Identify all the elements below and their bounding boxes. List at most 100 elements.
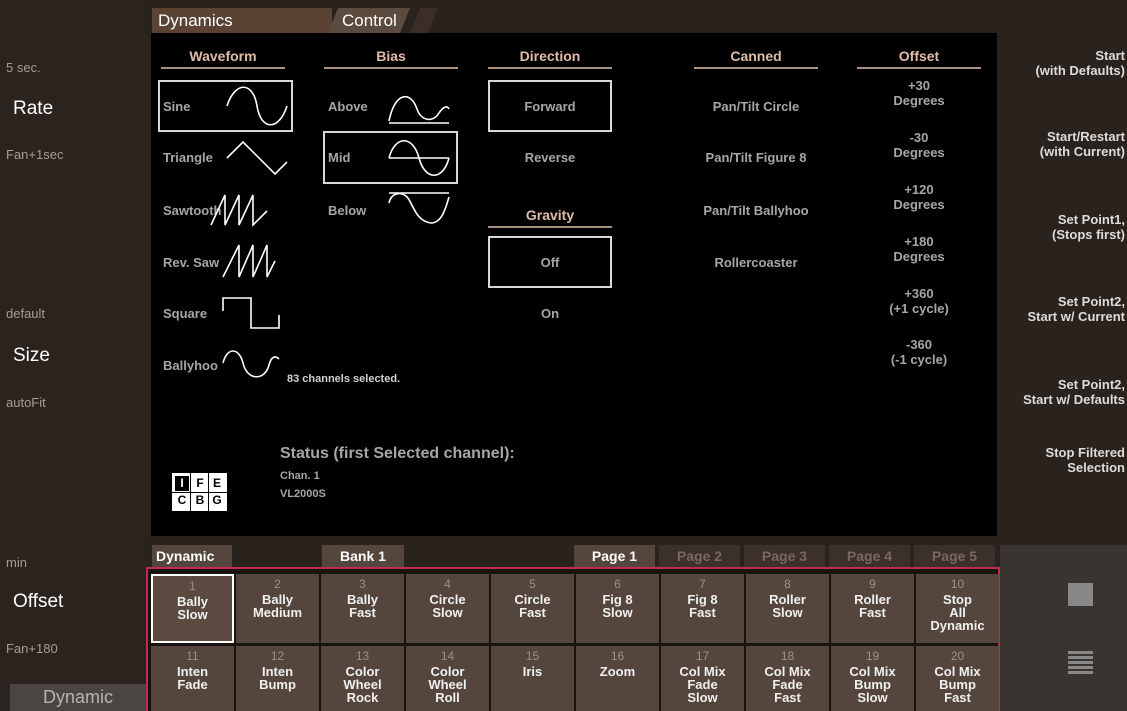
dynamic-preset-button[interactable]: 2 Bally Medium (236, 574, 319, 643)
left-parameter-column: 5 sec. Rate Fan+1sec default Size autoFi… (0, 0, 148, 711)
offset-option[interactable]: +360 (+1 cycle) (857, 286, 981, 316)
dynamic-preset-button[interactable]: 7 Fig 8 Fast (661, 574, 744, 643)
dynamic-mode-button[interactable]: Dynamic (10, 684, 146, 711)
preset-number: 15 (525, 649, 540, 663)
bias-above-icon (388, 95, 450, 124)
dynamic-preset-button[interactable]: 12 Inten Bump (236, 646, 319, 711)
preset-label-line: Fast (944, 690, 971, 705)
softkey-button-line: Start w/ Current (1027, 309, 1125, 324)
direction-forward[interactable]: Forward (488, 99, 612, 114)
canned-pan-tilt-circle[interactable]: Pan/Tilt Circle (669, 99, 843, 114)
waveform-rev-saw[interactable]: Rev. Saw (163, 255, 219, 270)
gravity-header: Gravity (488, 207, 612, 228)
canned-pan-tilt-figure-8[interactable]: Pan/Tilt Figure 8 (669, 150, 843, 165)
dynamic-preset-button[interactable]: 1 Bally Slow (151, 574, 234, 643)
size-encoder-label[interactable]: Size (13, 345, 50, 367)
offset-option-unit: Degrees (893, 249, 945, 264)
offset-option[interactable]: +30 Degrees (857, 78, 981, 108)
offset-max-value: min (6, 555, 27, 570)
canned-rollercoaster[interactable]: Rollercoaster (669, 255, 843, 270)
dynamic-preset-button[interactable]: 8 Roller Slow (746, 574, 829, 643)
page-tab[interactable]: Page 2 (659, 545, 740, 567)
softkey-button-line: (with Defaults) (1035, 63, 1125, 78)
dynamic-preset-button[interactable]: 10 Stop All Dynamic (916, 574, 999, 643)
offset-option[interactable]: -30 Degrees (857, 130, 981, 160)
dynamic-preset-button[interactable]: 9 Roller Fast (831, 574, 914, 643)
offset-option-value: -30 (909, 130, 929, 145)
waveform-sine[interactable]: Sine (163, 99, 190, 114)
bank-selector[interactable]: Bank 1 (322, 545, 404, 567)
ballyhoo-wave-icon (222, 350, 280, 378)
softkey-button-line: Stop Filtered (1045, 445, 1125, 460)
offset-option-unit: Degrees (893, 93, 945, 108)
softkey-button-line: Start/Restart (1046, 129, 1125, 144)
waveform-square[interactable]: Square (163, 306, 207, 321)
dynamic-preset-button[interactable]: 18 Col Mix Fade Fast (746, 646, 829, 711)
offset-encoder-label[interactable]: Offset (13, 591, 63, 613)
dynamic-preset-button[interactable]: 19 Col Mix Bump Slow (831, 646, 914, 711)
preset-number: 17 (695, 649, 710, 663)
offset-option-unit: Degrees (893, 197, 945, 212)
bias-below[interactable]: Below (328, 203, 366, 218)
dynamic-library-label: Dynamic (152, 545, 232, 567)
waveform-header: Waveform (161, 48, 285, 69)
preset-number: 7 (699, 577, 706, 591)
softkey-button[interactable]: Stop Filtered Selection (1046, 445, 1125, 475)
preset-label-line: Slow (177, 607, 208, 622)
direction-reverse[interactable]: Reverse (488, 150, 612, 165)
dynamic-preset-button[interactable]: 13 Color Wheel Rock (321, 646, 404, 711)
page-tab[interactable]: Page 4 (829, 545, 910, 567)
preset-number: 16 (610, 649, 625, 663)
preset-label-line: Fast (774, 690, 801, 705)
flag-intensity: I (175, 476, 189, 491)
offset-option-unit: (-1 cycle) (890, 352, 948, 367)
single-view-icon[interactable] (1068, 583, 1093, 606)
dynamic-preset-button[interactable]: 16 Zoom (576, 646, 659, 711)
bias-mid[interactable]: Mid (328, 150, 350, 165)
tab-dynamics[interactable]: Dynamics (152, 8, 332, 33)
softkey-button[interactable]: Start (with Defaults) (1035, 48, 1125, 78)
dynamic-preset-button[interactable]: 4 Circle Slow (406, 574, 489, 643)
preset-label-line: Roll (435, 690, 460, 705)
gravity-on[interactable]: On (488, 306, 612, 321)
bias-above[interactable]: Above (328, 99, 368, 114)
size-max-value: default (6, 306, 46, 321)
offset-option[interactable]: -360 (-1 cycle) (857, 337, 981, 367)
waveform-triangle[interactable]: Triangle (163, 150, 213, 165)
dynamic-preset-button[interactable]: 14 Color Wheel Roll (406, 646, 489, 711)
dynamic-preset-button[interactable]: 15 Iris (491, 646, 574, 711)
softkey-button[interactable]: Set Point1, (Stops first) (1052, 212, 1125, 242)
dynamic-preset-button[interactable]: 5 Circle Fast (491, 574, 574, 643)
dynamic-preset-button[interactable]: 20 Col Mix Bump Fast (916, 646, 999, 711)
waveform-ballyhoo[interactable]: Ballyhoo (163, 358, 218, 373)
dynamic-preset-button[interactable]: 3 Bally Fast (321, 574, 404, 643)
softkey-button[interactable]: Start/Restart (with Current) (1040, 129, 1125, 159)
dynamic-preset-button[interactable]: 17 Col Mix Fade Slow (661, 646, 744, 711)
softkey-button-line: Start w/ Defaults (1023, 392, 1125, 407)
page-tab[interactable]: Page 5 (914, 545, 995, 567)
offset-option[interactable]: +180 Degrees (857, 234, 981, 264)
offset-option-value: +30 (907, 78, 931, 93)
softkey-button[interactable]: Set Point2, Start w/ Defaults (1023, 377, 1125, 407)
list-view-icon[interactable] (1068, 651, 1093, 676)
dynamic-preset-button[interactable]: 11 Inten Fade (151, 646, 234, 711)
rev-saw-wave-icon (222, 244, 276, 278)
dynamic-preset-button[interactable]: 6 Fig 8 Slow (576, 574, 659, 643)
softkey-button-line: Set Point1, (1057, 212, 1125, 227)
gravity-off[interactable]: Off (488, 255, 612, 270)
page-tab[interactable]: Page 3 (744, 545, 825, 567)
flag-focus: F (196, 476, 204, 490)
preset-label-line: Fast (689, 605, 716, 620)
softkey-button-line: Start (1095, 48, 1125, 63)
rate-encoder-label[interactable]: Rate (13, 98, 53, 120)
flag-effect: E (212, 476, 221, 490)
canned-pan-tilt-ballyhoo[interactable]: Pan/Tilt Ballyhoo (669, 203, 843, 218)
offset-option-value: +120 (904, 182, 934, 197)
page-tab[interactable]: Page 1 (574, 545, 655, 567)
tab-control[interactable]: Control (328, 8, 410, 33)
offset-option[interactable]: +120 Degrees (857, 182, 981, 212)
softkey-button[interactable]: Set Point2, Start w/ Current (1027, 294, 1125, 324)
offset-option-value: -360 (905, 337, 933, 352)
sine-wave-icon (226, 86, 288, 126)
offset-current-value: Fan+180 (6, 641, 58, 656)
